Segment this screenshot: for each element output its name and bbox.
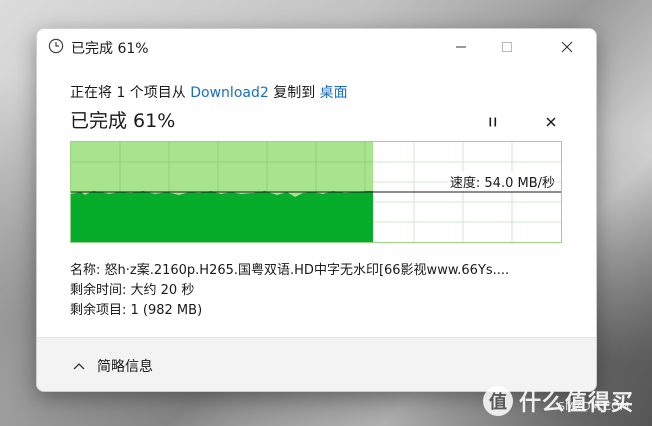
minimize-button[interactable] [438,33,484,61]
progress-heading: 已完成 61% [70,110,176,132]
title-bar[interactable]: 已完成 61% [37,29,596,65]
destination-folder-link[interactable]: 桌面 [320,85,348,101]
fewer-details-toggle[interactable]: 简略信息 [73,356,153,376]
speed-history-fill [71,191,373,242]
pause-icon [489,117,497,127]
close-icon [561,41,573,53]
watermark-logo: 值 [483,386,513,416]
pause-button[interactable] [482,111,504,133]
chevron-up-icon [73,362,85,370]
items-remaining: 剩余项目: 1 (982 MB) [70,303,203,318]
speed-graph-svg [71,142,561,242]
speed-label: 速度: 54.0 MB/秒 [447,172,557,191]
source-folder-link[interactable]: Download2 [190,85,269,101]
file-name: 名称: 怒h·z案.2160p.H265.国粤双语.HD中字无水印[66影视ww… [70,263,510,278]
dialog-footer: 简略信息 [37,337,596,391]
maximize-button [484,33,530,61]
copy-middle: 复制到 [268,85,320,101]
minimize-icon [456,46,466,48]
cancel-button[interactable] [540,111,562,133]
time-remaining: 剩余时间: 大约 20 秒 [70,283,195,298]
copy-description: 正在将 1 个项目从 Download2 复制到 桌面 [70,82,348,102]
window-title: 已完成 61% [71,41,149,57]
file-copy-dialog: 已完成 61% 正在将 1 个项目从 Download2 复制到 桌面 已完成 … [36,28,597,392]
close-icon [546,117,556,127]
maximize-icon [502,42,512,52]
watermark-domain: SMZDM.COM [558,400,630,413]
clock-icon [48,38,64,58]
details-label: 简略信息 [97,359,153,375]
transfer-speed-graph: 速度: 54.0 MB/秒 [70,141,562,243]
close-window-button[interactable] [544,33,590,61]
copy-prefix: 正在将 1 个项目从 [70,85,191,101]
